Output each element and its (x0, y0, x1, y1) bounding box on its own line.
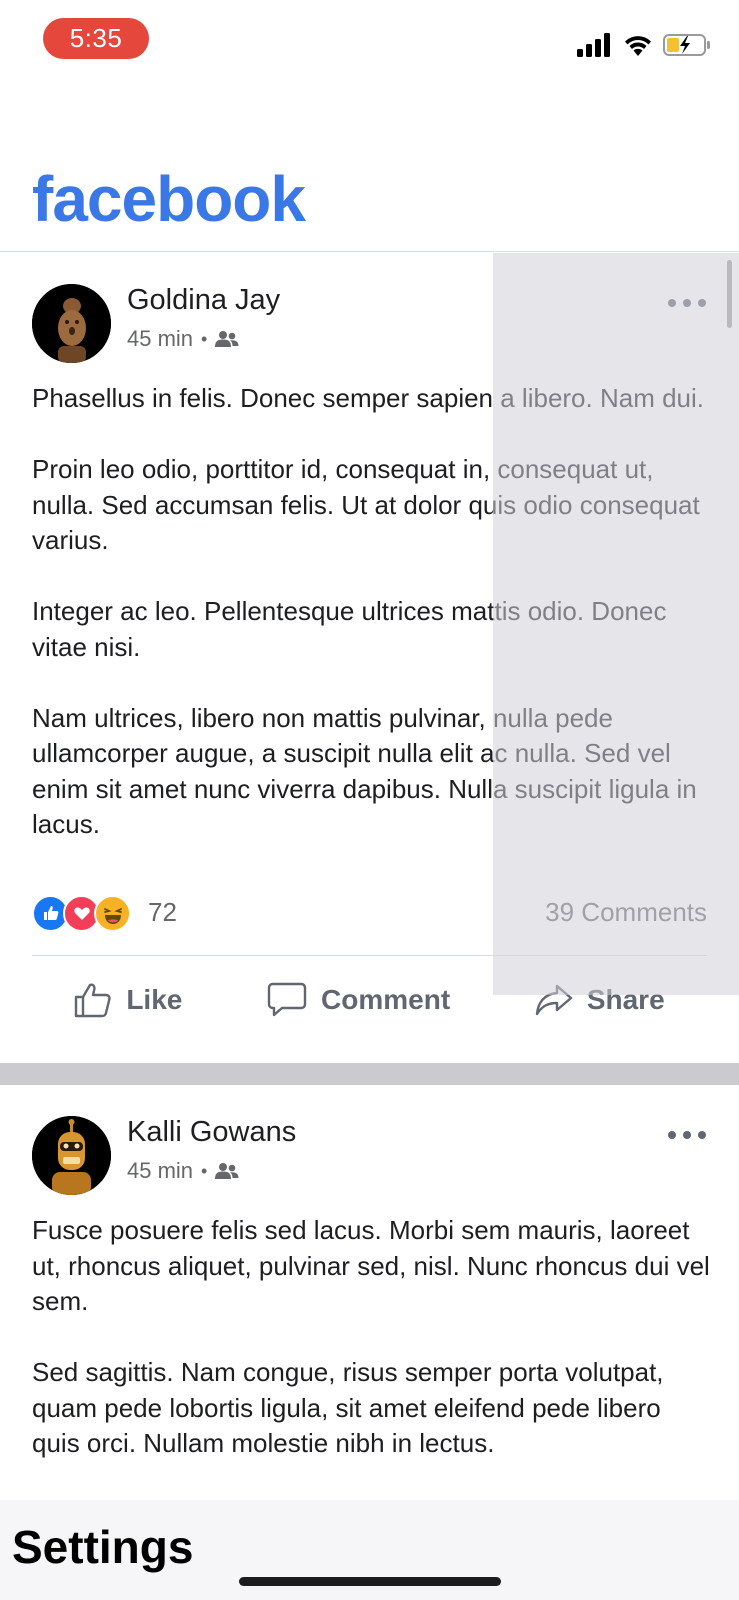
divider (32, 955, 707, 956)
more-options-button[interactable] (668, 293, 706, 313)
post-time: 45 min (127, 326, 194, 351)
author-name[interactable]: Kalli Gowans (127, 1116, 296, 1149)
home-indicator[interactable] (239, 1577, 501, 1586)
comment-button[interactable]: Comment (267, 982, 450, 1018)
reactions-summary[interactable]: 72 39 Comments (32, 893, 707, 933)
comment-bubble-icon (267, 982, 307, 1017)
dot (698, 299, 706, 307)
reaction-icons (32, 893, 131, 933)
author-name[interactable]: Goldina Jay (127, 284, 280, 317)
status-icons (577, 30, 711, 60)
post-body: Fusce posuere felis sed lacus. Morbi sem… (32, 1213, 712, 1462)
dot (683, 299, 691, 307)
comment-label: Comment (321, 984, 451, 1015)
dot (683, 1131, 691, 1139)
dot (668, 299, 676, 307)
avatar-image (32, 284, 111, 363)
post-body: Phasellus in felis. Donec semper sapien … (32, 381, 712, 843)
status-bar: 5:35 (0, 0, 739, 80)
status-time: 5:35 (43, 18, 149, 59)
avatar[interactable] (32, 284, 111, 363)
friends-icon (215, 1163, 239, 1179)
feed-post: Kalli Gowans 45 min • Fusce posuere feli… (0, 1085, 739, 1505)
settings-title[interactable]: Settings (12, 1520, 193, 1574)
dot (668, 1131, 676, 1139)
wifi-icon (625, 36, 651, 56)
share-button[interactable]: Share (535, 983, 665, 1017)
reaction-count: 72 (148, 897, 177, 927)
meta-separator: • (201, 328, 208, 349)
post-paragraph: Fusce posuere felis sed lacus. Morbi sem… (32, 1215, 710, 1316)
post-paragraph: Proin leo odio, porttitor id, consequat … (32, 454, 700, 555)
battery-charging-icon (663, 34, 710, 56)
app-header: facebook (0, 150, 739, 252)
avatar[interactable] (32, 1116, 111, 1195)
comments-count[interactable]: 39 Comments (545, 897, 707, 928)
like-button[interactable]: Like (74, 982, 182, 1018)
post-paragraph: Sed sagittis. Nam congue, risus semper p… (32, 1357, 664, 1458)
cellular-signal-icon (577, 33, 610, 57)
avatar-image (32, 1116, 111, 1195)
scroll-indicator[interactable] (727, 260, 732, 328)
post-meta: 45 min • (127, 1158, 239, 1184)
facebook-logo[interactable]: facebook (32, 162, 306, 236)
thumbs-up-icon (75, 983, 111, 1018)
dot (698, 1131, 706, 1139)
more-options-button[interactable] (668, 1125, 706, 1145)
post-paragraph: Integer ac leo. Pellentesque ultrices ma… (32, 596, 667, 662)
post-paragraph: Phasellus in felis. Donec semper sapien … (32, 383, 705, 413)
post-time: 45 min (127, 1158, 194, 1183)
feed-separator (0, 1063, 739, 1085)
friends-icon (215, 331, 239, 347)
post-paragraph: Nam ultrices, libero non mattis pulvinar… (32, 702, 697, 840)
post-meta: 45 min • (127, 326, 239, 352)
like-label: Like (126, 984, 183, 1015)
post-action-bar: Like Comment Share (32, 965, 707, 1035)
feed-post: Goldina Jay 45 min • Phasellus in felis.… (0, 253, 739, 1063)
meta-separator: • (201, 1160, 208, 1181)
share-arrow-icon (535, 984, 573, 1016)
share-label: Share (586, 984, 665, 1015)
haha-reaction-icon (94, 894, 131, 932)
